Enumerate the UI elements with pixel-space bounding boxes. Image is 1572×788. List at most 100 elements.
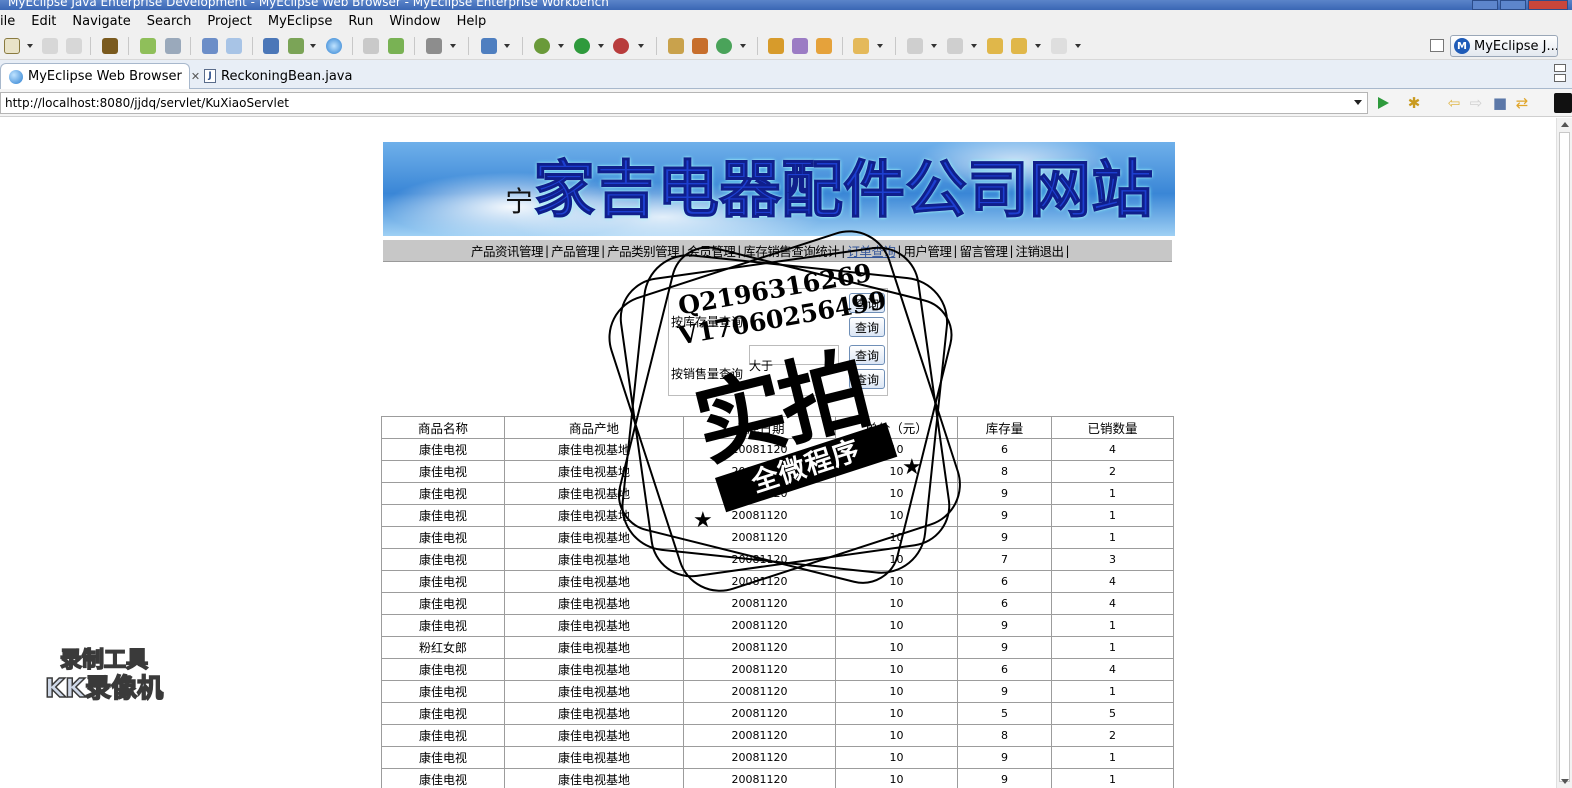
table-cell: 6 bbox=[957, 438, 1052, 461]
menu-item[interactable]: Help bbox=[449, 14, 495, 29]
go-icon[interactable] bbox=[1378, 97, 1389, 109]
favorites-icon[interactable]: ✱ bbox=[1406, 95, 1422, 111]
debug-icon[interactable] bbox=[140, 38, 156, 54]
run-dropdown-icon[interactable] bbox=[598, 44, 604, 48]
column-header: 已销数量 bbox=[1051, 416, 1174, 439]
nav-link[interactable]: 注销退出 bbox=[1016, 241, 1065, 260]
next-annotation-dropdown-icon[interactable] bbox=[931, 44, 937, 48]
scroll-up-icon[interactable] bbox=[1561, 122, 1569, 127]
redeploy-icon[interactable] bbox=[226, 38, 242, 54]
menu-item[interactable]: Edit bbox=[23, 14, 64, 29]
server-icon[interactable] bbox=[165, 38, 181, 54]
new-wizard-dropdown-icon[interactable] bbox=[504, 44, 510, 48]
menu-item[interactable]: Run bbox=[340, 14, 381, 29]
nav-link[interactable]: 会员管理 bbox=[687, 241, 736, 260]
forward-dropdown-icon[interactable] bbox=[1075, 44, 1081, 48]
table-cell: 粉红女郎 bbox=[381, 636, 505, 659]
scroll-down-icon[interactable] bbox=[1561, 779, 1569, 784]
toolbar-separator bbox=[414, 37, 415, 55]
nav-link[interactable]: 产品资讯管理 bbox=[471, 241, 544, 260]
menu-item[interactable]: Window bbox=[381, 14, 448, 29]
url-input[interactable] bbox=[0, 92, 1368, 114]
save-icon[interactable] bbox=[42, 38, 58, 54]
debug-dropdown-icon[interactable] bbox=[558, 44, 564, 48]
folder-icon[interactable] bbox=[816, 38, 832, 54]
refresh-dropdown-icon[interactable] bbox=[740, 44, 746, 48]
maximize-button[interactable] bbox=[1500, 0, 1526, 10]
forward-icon[interactable] bbox=[1051, 38, 1067, 54]
menu-item[interactable]: Search bbox=[139, 14, 200, 29]
nav-link[interactable]: 产品管理 bbox=[551, 241, 600, 260]
table-cell: 康佳电视 bbox=[381, 482, 505, 505]
run-icon[interactable] bbox=[574, 38, 590, 54]
close-window-button[interactable] bbox=[1528, 0, 1568, 10]
table-cell: 10 bbox=[835, 482, 958, 505]
run-server-dropdown-icon[interactable] bbox=[310, 44, 316, 48]
browser-icon[interactable] bbox=[326, 38, 342, 54]
menu-item[interactable]: Navigate bbox=[64, 14, 138, 29]
nav-link[interactable]: 库存销售查询统计 bbox=[743, 241, 840, 260]
console-icon[interactable] bbox=[1554, 93, 1572, 113]
site-banner: 宁 家吉电器配件公司网站 bbox=[383, 142, 1175, 236]
external-tools-dropdown-icon[interactable] bbox=[638, 44, 644, 48]
new-dropdown-icon[interactable] bbox=[27, 44, 33, 48]
tab-web-browser[interactable]: MyEclipse Web Browser ✕ bbox=[0, 63, 200, 89]
external-tools-icon[interactable] bbox=[613, 38, 629, 54]
stop-icon[interactable]: ■ bbox=[1492, 95, 1508, 111]
back-dropdown-icon[interactable] bbox=[1035, 44, 1041, 48]
menu-item[interactable]: Project bbox=[199, 14, 259, 29]
wand-icon[interactable] bbox=[792, 38, 808, 54]
browser-forward-icon[interactable]: ⇨ bbox=[1468, 95, 1484, 111]
nav-link[interactable]: 留言管理 bbox=[959, 241, 1008, 260]
next-annotation-icon[interactable] bbox=[907, 38, 923, 54]
open-file-dropdown-icon[interactable] bbox=[877, 44, 883, 48]
run-server-icon[interactable] bbox=[288, 38, 304, 54]
toolbar-separator bbox=[757, 37, 758, 55]
open-perspective-icon[interactable] bbox=[1430, 39, 1444, 52]
new-icon[interactable] bbox=[4, 38, 20, 54]
package-icon[interactable] bbox=[102, 38, 118, 54]
minimize-button[interactable] bbox=[1472, 0, 1498, 10]
scroll-thumb[interactable] bbox=[1559, 132, 1570, 782]
nav-link[interactable]: 订单查询 bbox=[847, 241, 896, 260]
table-cell: 康佳电视 bbox=[381, 724, 505, 747]
vertical-scrollbar[interactable] bbox=[1556, 118, 1572, 788]
camera-icon[interactable] bbox=[426, 38, 442, 54]
nav-link[interactable]: 产品类别管理 bbox=[607, 241, 680, 260]
menu-item[interactable]: ile bbox=[0, 14, 23, 29]
perspective-button[interactable]: M MyEclipse J... bbox=[1450, 35, 1558, 57]
refresh-icon[interactable] bbox=[716, 38, 732, 54]
table-cell: 康佳电视 bbox=[381, 746, 505, 769]
bug-icon[interactable] bbox=[534, 38, 550, 54]
minimize-view-icon[interactable] bbox=[1554, 64, 1566, 72]
url-history-dropdown-icon[interactable] bbox=[1354, 100, 1362, 105]
new-package-icon[interactable] bbox=[692, 38, 708, 54]
back-icon[interactable] bbox=[1011, 38, 1027, 54]
new-project-icon[interactable] bbox=[388, 38, 404, 54]
open-file-icon[interactable] bbox=[853, 38, 869, 54]
table-cell: 康佳电视基地 bbox=[504, 570, 684, 593]
browser-refresh-icon[interactable]: ⇄ bbox=[1514, 95, 1530, 111]
tab-reckoning-bean[interactable]: J ReckoningBean.java bbox=[196, 63, 362, 89]
nav-separator: | bbox=[953, 243, 958, 258]
stock-query-button-2[interactable]: 查询 bbox=[849, 317, 885, 337]
previous-annotation-dropdown-icon[interactable] bbox=[971, 44, 977, 48]
open-folder-icon[interactable] bbox=[768, 38, 784, 54]
menu-item[interactable]: MyEclipse bbox=[260, 14, 341, 29]
open-type-icon[interactable] bbox=[363, 38, 379, 54]
new-class-icon[interactable] bbox=[668, 38, 684, 54]
last-edit-icon[interactable] bbox=[987, 38, 1003, 54]
previous-annotation-icon[interactable] bbox=[947, 38, 963, 54]
camera-dropdown-icon[interactable] bbox=[450, 44, 456, 48]
table-row: 康佳电视康佳电视基地200811201091 bbox=[381, 526, 1174, 549]
maximize-view-icon[interactable] bbox=[1554, 74, 1566, 82]
print-icon[interactable] bbox=[66, 38, 82, 54]
database-icon[interactable] bbox=[263, 38, 279, 54]
new-wizard-icon[interactable] bbox=[481, 38, 497, 54]
nav-link[interactable]: 用户管理 bbox=[903, 241, 952, 260]
deploy-icon[interactable] bbox=[202, 38, 218, 54]
table-cell: 康佳电视 bbox=[381, 658, 505, 681]
browser-back-icon[interactable]: ⇦ bbox=[1446, 95, 1462, 111]
table-cell: 7 bbox=[957, 548, 1052, 571]
table-cell: 10 bbox=[835, 526, 958, 549]
